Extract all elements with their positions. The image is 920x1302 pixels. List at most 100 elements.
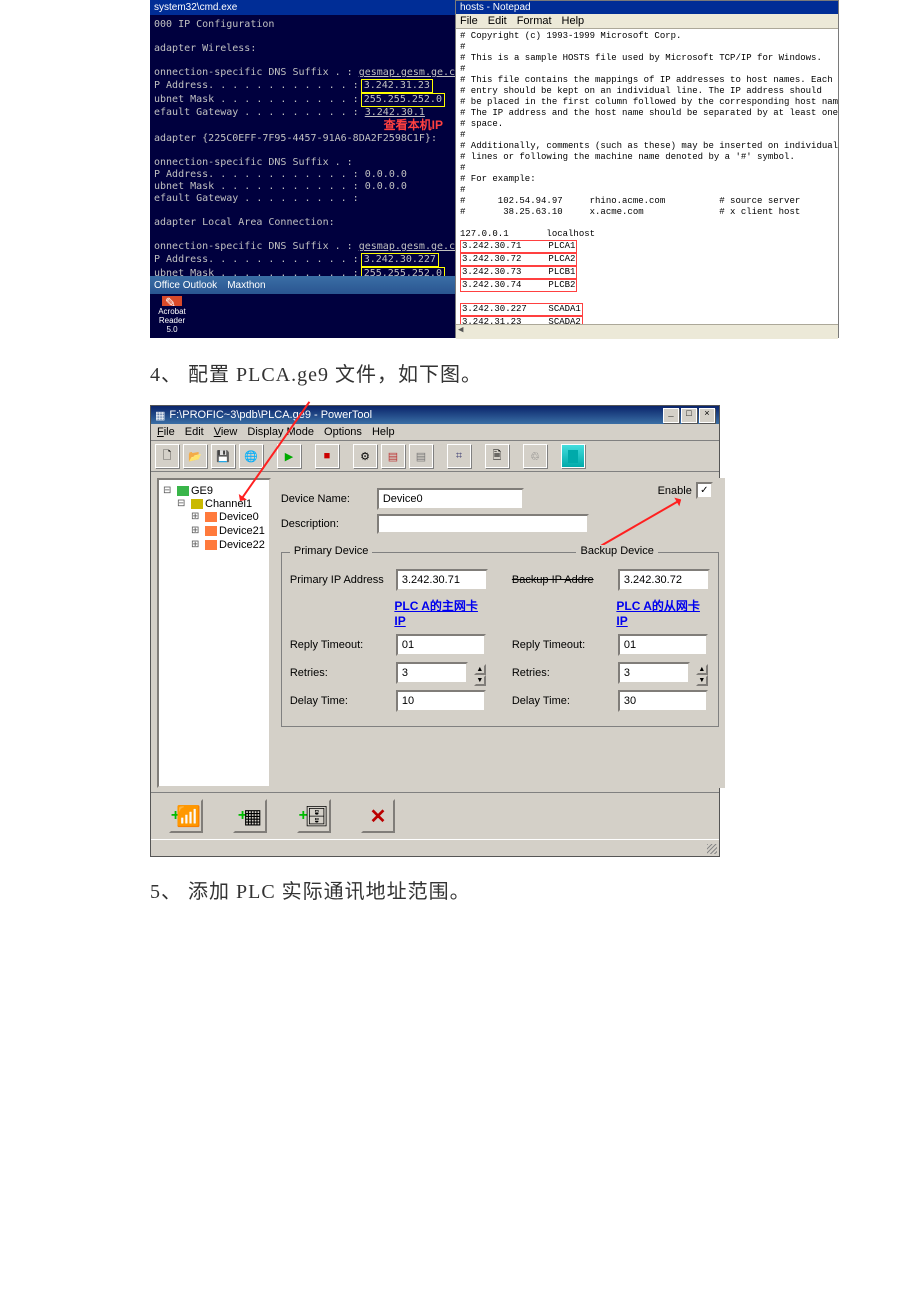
menu-edit[interactable]: Edit bbox=[488, 15, 507, 27]
cmd-titlebar: system32\cmd.exe bbox=[150, 0, 455, 15]
hosts-plcb2: 3.242.30.74 PLCB2 bbox=[460, 279, 577, 292]
menu-view[interactable]: View bbox=[214, 426, 238, 438]
gateway-1: 3.242.30.1 bbox=[365, 107, 425, 118]
subnet-mask-2: 0.0.0.0 bbox=[365, 181, 407, 192]
notepad-window: hosts - Notepad File Edit Format Help # … bbox=[455, 0, 839, 338]
toolbar-monitor[interactable] bbox=[561, 444, 585, 468]
device-tree[interactable]: GE9 Channel1 Device0 Device21 Device22 bbox=[157, 478, 271, 788]
annotation-primary-nic: PLC A的主网卡IP bbox=[394, 597, 487, 628]
close-button[interactable]: × bbox=[699, 408, 715, 423]
menu-help[interactable]: Help bbox=[372, 426, 395, 438]
powertool-titlebar: ▦ F:\PROFIC~3\pdb\PLCA.ge9 - PowerTool _… bbox=[151, 406, 719, 424]
menu-display-mode[interactable]: Display Mode bbox=[247, 426, 314, 438]
toolbar-settings[interactable] bbox=[353, 444, 377, 468]
desktop-icon-label: Acrobat Reader 5.0 bbox=[154, 307, 190, 334]
hosts-plcb1: 3.242.30.73 PLCB1 bbox=[460, 266, 577, 279]
add-channel-button[interactable]: +📶 bbox=[169, 799, 203, 833]
powertool-menubar: File Edit View Display Mode Options Help bbox=[151, 424, 719, 441]
toolbar-network[interactable] bbox=[239, 444, 263, 468]
notepad-menubar: File Edit Format Help bbox=[456, 14, 838, 29]
label-retries: Retries: bbox=[512, 667, 612, 679]
notepad-scrollbar[interactable] bbox=[456, 324, 838, 339]
minimize-button[interactable]: _ bbox=[663, 408, 679, 423]
taskbar-item[interactable]: Office Outlook bbox=[154, 280, 217, 291]
tree-device[interactable]: Device22 bbox=[219, 539, 265, 551]
step-5-caption: 5、 添加 PLC 实际通讯地址范围。 bbox=[150, 875, 920, 904]
toolbar-save[interactable] bbox=[211, 444, 235, 468]
tree-device[interactable]: Device21 bbox=[219, 525, 265, 537]
toolbar-reset[interactable] bbox=[523, 444, 547, 468]
device-form: Device Name: Device0 Enable Description:… bbox=[275, 478, 725, 788]
powertool-content: GE9 Channel1 Device0 Device21 Device22 bbox=[151, 472, 719, 792]
step-4-caption: 4、 配置 PLCA.ge9 文件，如下图。 bbox=[150, 358, 920, 387]
label-delay-time: Delay Time: bbox=[512, 695, 612, 707]
adapter-wireless-header: adapter Wireless: bbox=[154, 43, 451, 55]
figure-ipconfig-and-hosts: system32\cmd.exe 000 IP Configuration ad… bbox=[150, 0, 920, 338]
toolbar-report[interactable] bbox=[485, 444, 509, 468]
hosts-plca1: 3.242.30.71 PLCA1 bbox=[460, 240, 577, 253]
label-delay-time: Delay Time: bbox=[290, 695, 390, 707]
dns-suffix-3: gesmap.gesm.ge.com bbox=[359, 241, 467, 252]
checkbox-enable[interactable] bbox=[696, 482, 713, 499]
input-primary-retries[interactable]: 3 bbox=[396, 662, 468, 684]
adapter-lan-header: adapter Local Area Connection: bbox=[154, 217, 451, 229]
dns-suffix-1: gesmap.gesm.ge.com bbox=[359, 67, 467, 78]
spinner-backup-retries[interactable]: ▲▼ bbox=[696, 664, 708, 682]
menu-file[interactable]: File bbox=[157, 426, 175, 438]
adapter-guid-header: adapter {225C0EFF-7F95-4457-91A6-8DA2F25… bbox=[154, 133, 451, 145]
screenshot-1: system32\cmd.exe 000 IP Configuration ad… bbox=[150, 0, 839, 338]
hosts-plca2: 3.242.30.72 PLCA2 bbox=[460, 253, 577, 266]
toolbar-start[interactable] bbox=[277, 444, 301, 468]
hosts-scada1: 3.242.30.227 SCADA1 bbox=[460, 303, 583, 316]
menu-help[interactable]: Help bbox=[562, 15, 585, 27]
tree-device[interactable]: Device0 bbox=[219, 511, 259, 523]
taskbar-item[interactable]: Maxthon bbox=[227, 280, 265, 291]
app-icon: ▦ bbox=[155, 409, 165, 422]
label-enable: Enable bbox=[658, 485, 692, 497]
label-retries: Retries: bbox=[290, 667, 390, 679]
desktop-icon-acrobat[interactable]: Acrobat Reader 5.0 bbox=[154, 294, 190, 334]
delete-button[interactable]: ✕ bbox=[361, 799, 395, 833]
menu-format[interactable]: Format bbox=[517, 15, 552, 27]
input-backup-delay[interactable]: 30 bbox=[618, 690, 708, 712]
subnet-mask-1: 255.255.252.0 bbox=[361, 93, 445, 107]
spinner-primary-retries[interactable]: ▲▼ bbox=[474, 664, 486, 682]
device-ip-group: Primary Device Backup Device Primary IP … bbox=[281, 552, 719, 727]
menu-file[interactable]: File bbox=[460, 15, 478, 27]
label-backup-ip: Backup IP Addre bbox=[512, 574, 612, 586]
toolbar-stats[interactable] bbox=[381, 444, 405, 468]
menu-edit[interactable]: Edit bbox=[185, 426, 204, 438]
input-device-name[interactable]: Device0 bbox=[377, 488, 524, 510]
toolbar-list[interactable] bbox=[409, 444, 433, 468]
label-reply-timeout: Reply Timeout: bbox=[512, 639, 612, 651]
powertool-toolbar bbox=[151, 441, 719, 472]
add-device-button[interactable]: +▦ bbox=[233, 799, 267, 833]
maximize-button[interactable]: □ bbox=[681, 408, 697, 423]
toolbar-open[interactable] bbox=[183, 444, 207, 468]
menu-options[interactable]: Options bbox=[324, 426, 362, 438]
tree-root[interactable]: GE9 bbox=[191, 485, 213, 497]
input-primary-ip[interactable]: 3.242.30.71 bbox=[396, 569, 488, 591]
input-backup-ip[interactable]: 3.242.30.72 bbox=[618, 569, 710, 591]
ip-address-3: 3.242.30.227 bbox=[361, 253, 439, 267]
label-primary-ip: Primary IP Address bbox=[290, 574, 390, 586]
add-datablock-button[interactable]: +🗄 bbox=[297, 799, 331, 833]
input-backup-retries[interactable]: 3 bbox=[618, 662, 690, 684]
label-description: Description: bbox=[281, 518, 371, 530]
toolbar-new[interactable] bbox=[155, 444, 179, 468]
annotation-local-ip: 查看本机IP bbox=[384, 118, 443, 132]
bottom-button-bar: +📶 +▦ +🗄 ✕ bbox=[151, 792, 719, 839]
toolbar-grid[interactable] bbox=[447, 444, 471, 468]
toolbar-stop[interactable] bbox=[315, 444, 339, 468]
ip-address-2: 0.0.0.0 bbox=[365, 169, 407, 180]
taskbar: Office Outlook Maxthon bbox=[150, 276, 455, 294]
ipconfig-header: 000 IP Configuration bbox=[154, 19, 451, 31]
input-primary-delay[interactable]: 10 bbox=[396, 690, 486, 712]
notepad-body[interactable]: # Copyright (c) 1993-1999 Microsoft Corp… bbox=[456, 29, 838, 339]
hosts-localhost: 127.0.0.1 localhost bbox=[460, 229, 595, 239]
input-backup-reply[interactable]: 01 bbox=[618, 634, 708, 656]
input-description[interactable] bbox=[377, 514, 589, 534]
label-device-name: Device Name: bbox=[281, 493, 371, 505]
legend-backup: Backup Device bbox=[576, 545, 657, 557]
input-primary-reply[interactable]: 01 bbox=[396, 634, 486, 656]
